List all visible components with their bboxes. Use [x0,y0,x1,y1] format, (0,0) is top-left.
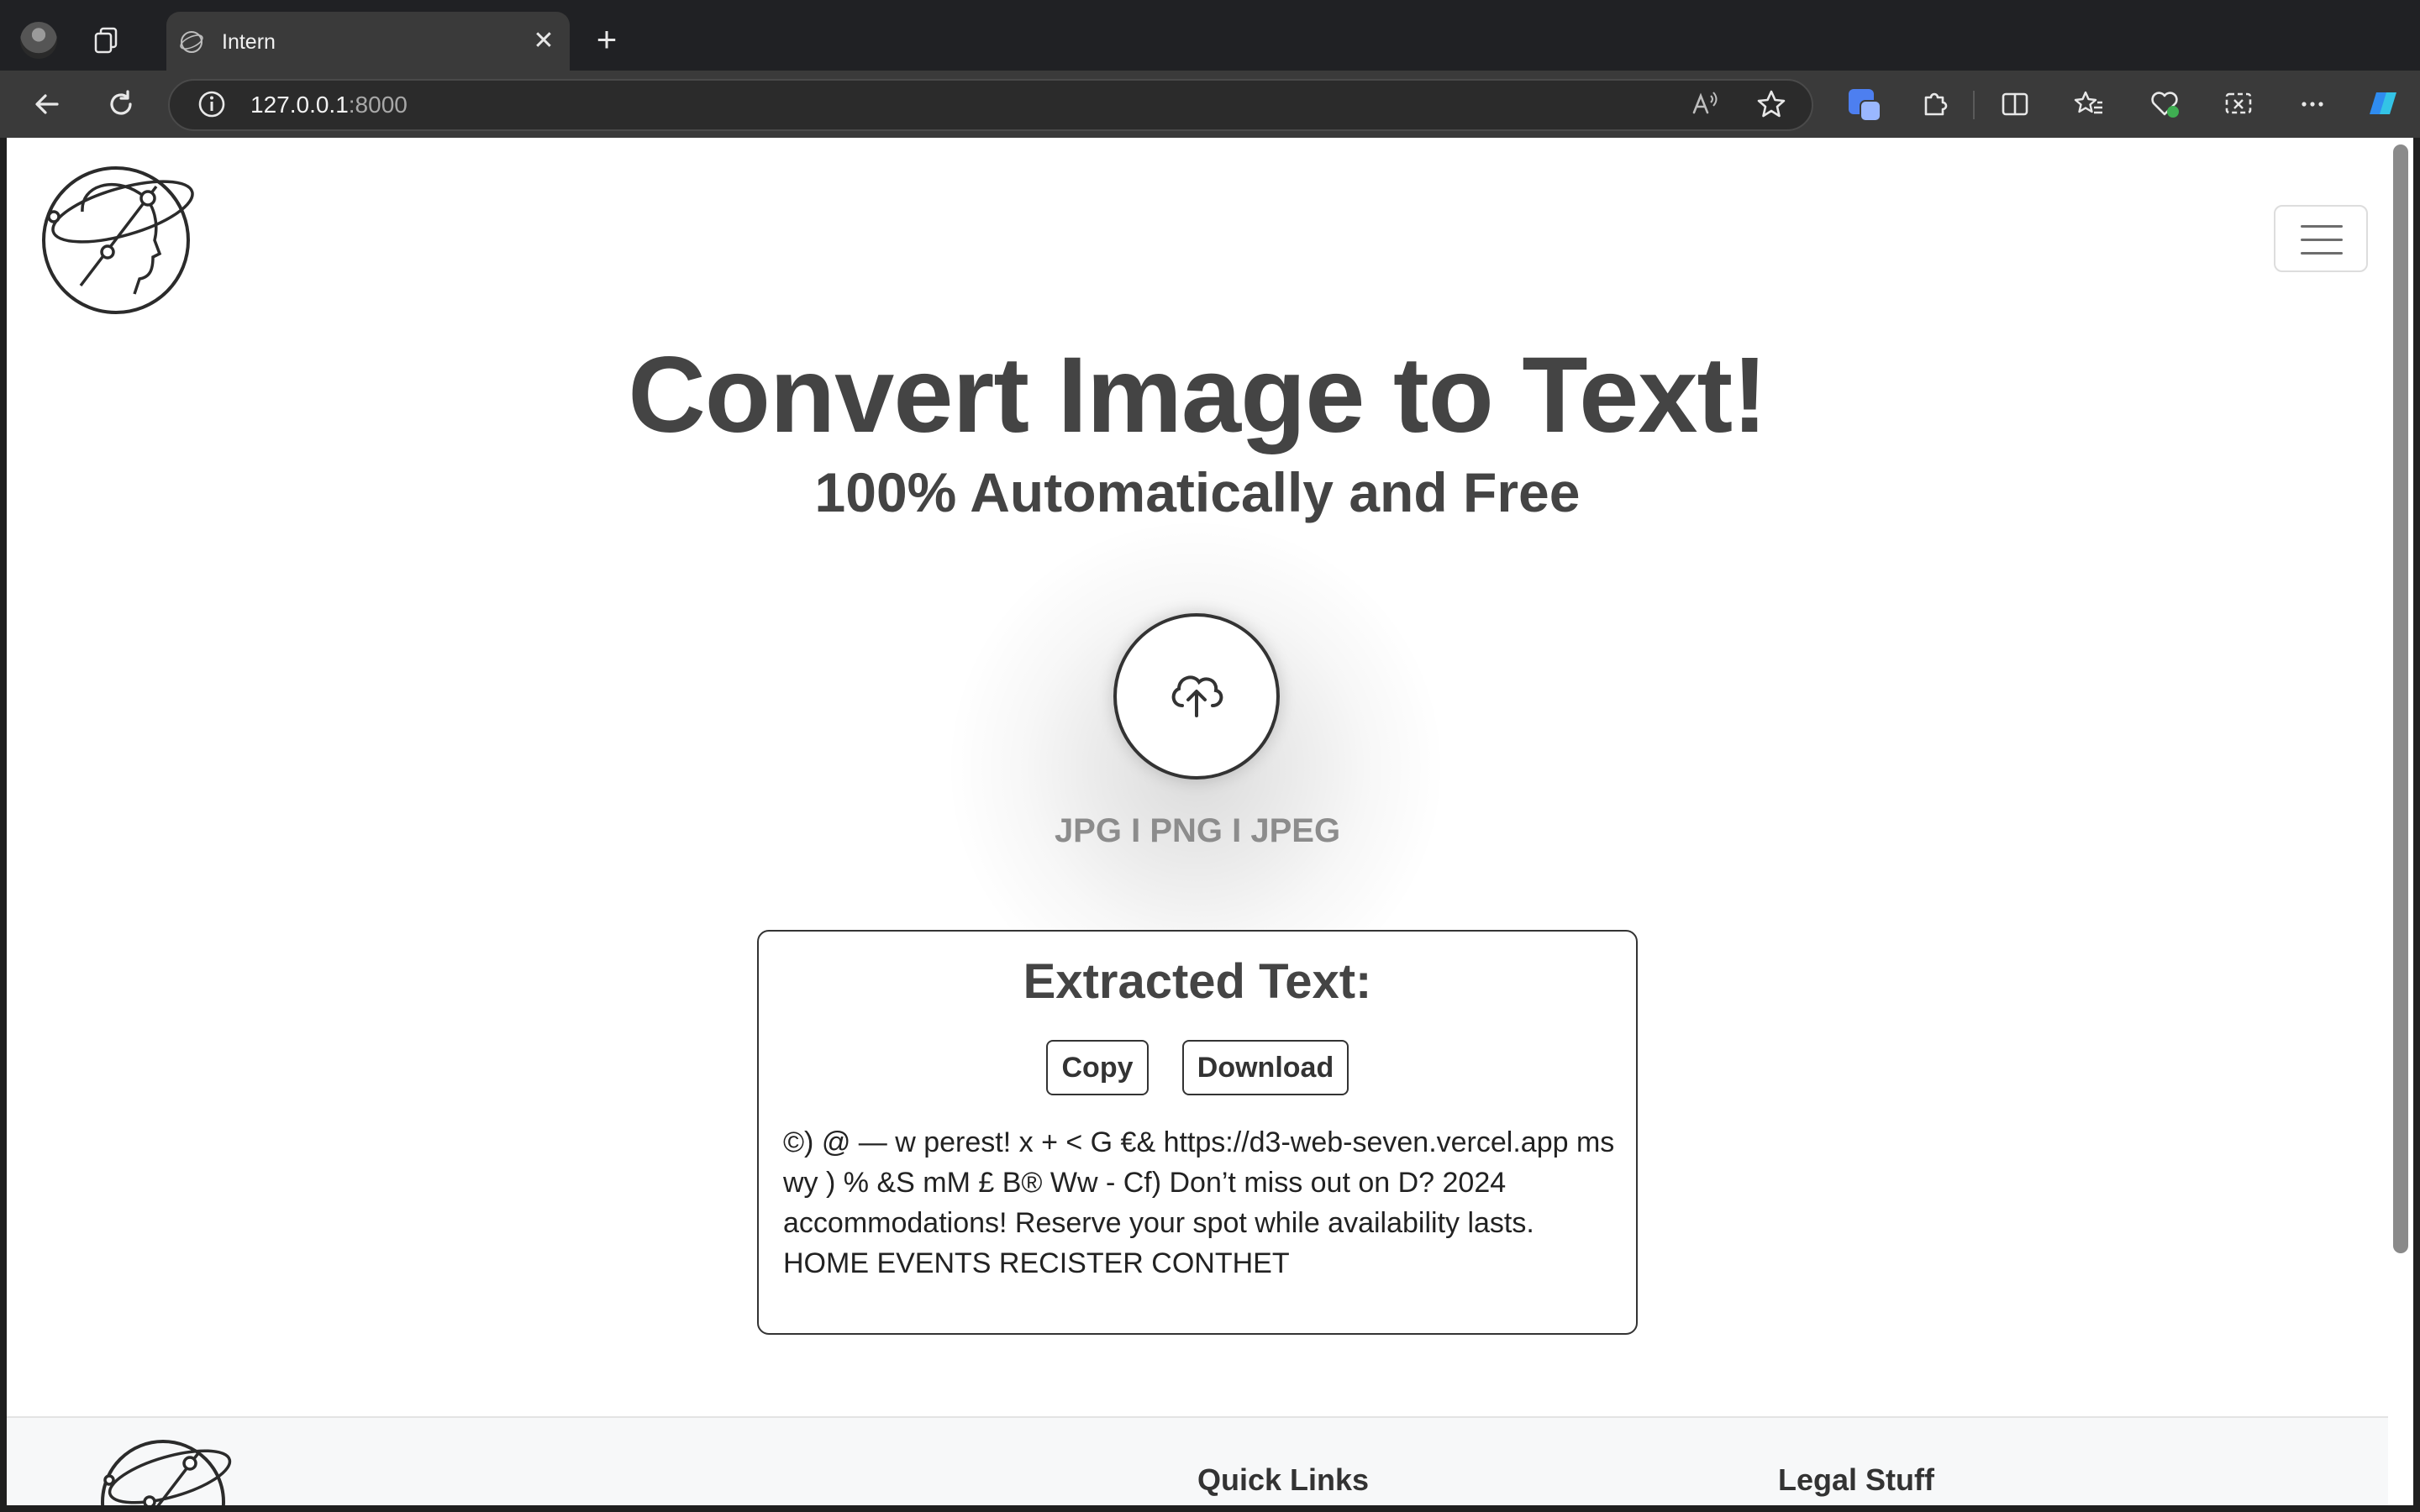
new-tab-button[interactable]: + [590,22,623,57]
url-text[interactable]: 127.0.0.1:8000 [250,90,408,120]
hamburger-line [2301,239,2343,241]
profile-avatar[interactable] [20,22,57,59]
read-aloud-icon[interactable] [1684,84,1724,124]
footer-quick-links-heading: Quick Links [1197,1462,1370,1497]
hamburger-icon [2301,225,2343,228]
globe-icon [180,31,203,53]
tab-title: Intern [222,30,276,54]
hamburger-line [2301,252,2343,255]
edge-copilot-icon[interactable] [2363,84,2403,124]
cloud-upload-icon [1171,675,1223,717]
extracted-text-heading: Extracted Text: [1023,954,1372,1009]
web-page: Convert Image to Text! 100% Automaticall… [7,138,2388,1505]
toolbar-divider [1973,91,1975,119]
tab-actions-icon[interactable] [89,24,123,57]
page-scrollbar-thumb[interactable] [2393,144,2408,1253]
url-host: 127.0.0.1 [250,92,349,118]
url-port: :8000 [348,92,408,118]
footer-legal-heading: Legal Stuff [1778,1462,1934,1497]
logo-head-icon[interactable] [30,160,198,319]
extracted-text: ©) @ — w perest! x + < G €& https://d3-w… [783,1126,1615,1279]
reload-icon[interactable] [101,84,141,124]
address-bar[interactable] [168,79,1813,131]
download-button[interactable]: Download [1182,1040,1349,1095]
supported-formats: JPG I PNG I JPEG [1054,812,1341,849]
close-tab-icon[interactable]: ✕ [531,29,556,54]
copilot-icon[interactable] [1844,84,1884,124]
screenshot-icon[interactable] [2218,84,2259,124]
favorite-star-icon[interactable] [1751,84,1791,124]
copy-button[interactable]: Copy [1046,1040,1149,1095]
back-icon[interactable] [27,84,67,124]
page-title: Convert Image to Text! [628,335,1767,455]
split-screen-icon[interactable] [1995,84,2035,124]
extensions-icon[interactable] [1914,84,1954,124]
favorites-icon[interactable] [2069,84,2109,124]
hamburger-menu-button[interactable] [2274,205,2368,272]
footer-logo-icon[interactable] [91,1430,234,1505]
more-icon[interactable] [2292,84,2333,124]
info-icon[interactable] [192,84,232,124]
window-edge [2413,138,2420,1512]
browser-essentials-icon[interactable] [2144,84,2185,124]
